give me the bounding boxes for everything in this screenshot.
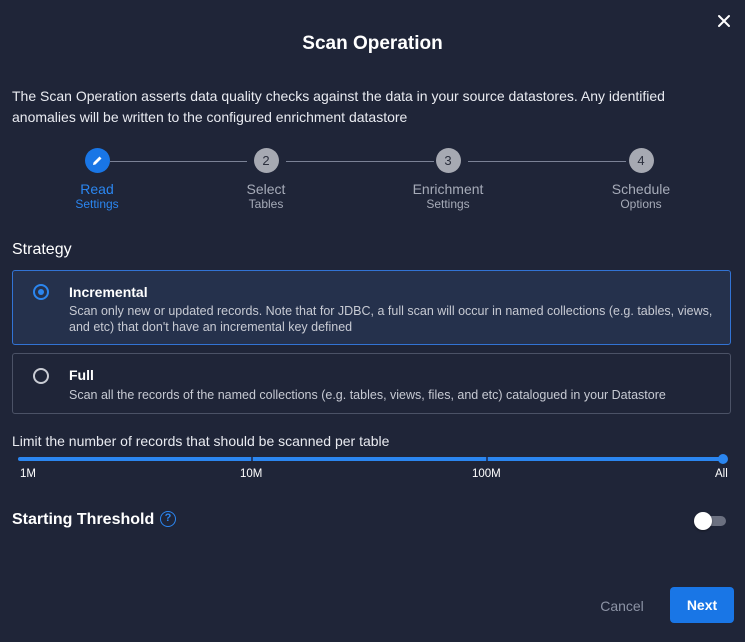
step-circle: 2 xyxy=(253,148,279,173)
dialog-title: Scan Operation xyxy=(302,33,443,54)
slider-tick-label: 100M xyxy=(472,468,501,480)
radio-incremental[interactable] xyxy=(33,284,49,300)
limit-label: Limit the number of records that should … xyxy=(12,433,390,449)
step-label: Read xyxy=(80,181,114,197)
step-schedule-options[interactable]: 4 Schedule Options xyxy=(581,148,701,212)
strategy-option-full[interactable]: Full Scan all the records of the named c… xyxy=(12,353,731,414)
step-sublabel: Settings xyxy=(426,197,470,211)
scan-operation-dialog: Scan Operation The Scan Operation assert… xyxy=(0,0,745,642)
next-button[interactable]: Next xyxy=(670,587,734,623)
strategy-title: Strategy xyxy=(12,241,72,258)
records-limit-slider[interactable] xyxy=(18,457,722,461)
starting-threshold-toggle[interactable] xyxy=(694,512,728,530)
step-label: Select xyxy=(246,181,286,197)
step-enrichment-settings[interactable]: 3 Enrichment Settings xyxy=(388,148,508,212)
pencil-icon xyxy=(92,156,101,165)
slider-mark xyxy=(486,457,488,461)
close-icon[interactable] xyxy=(715,12,733,30)
option-title: Full xyxy=(69,367,94,383)
step-label: Schedule xyxy=(611,181,671,197)
step-sublabel: Tables xyxy=(248,197,284,211)
step-sublabel: Options xyxy=(620,197,662,211)
help-circle-icon[interactable]: ? xyxy=(160,511,176,527)
slider-tick-label: 10M xyxy=(240,468,263,480)
step-circle: 4 xyxy=(628,148,654,173)
cancel-button[interactable]: Cancel xyxy=(590,590,654,622)
dialog-description: The Scan Operation asserts data quality … xyxy=(12,88,665,125)
slider-mark xyxy=(251,457,253,461)
step-circle xyxy=(84,148,110,173)
slider-tick-label: All xyxy=(715,468,728,480)
toggle-knob xyxy=(694,512,712,530)
option-description: Scan all the records of the named collec… xyxy=(69,388,666,402)
option-title: Incremental xyxy=(69,284,148,300)
strategy-option-incremental[interactable]: Incremental Scan only new or updated rec… xyxy=(12,270,731,345)
slider-tick-label: 1M xyxy=(20,468,36,480)
starting-threshold-label: Starting Threshold xyxy=(12,511,155,528)
step-circle: 3 xyxy=(435,148,461,173)
option-description: Scan only new or updated records. Note t… xyxy=(69,304,713,334)
step-select-tables[interactable]: 2 Select Tables xyxy=(206,148,326,212)
step-label: Enrichment xyxy=(412,181,484,197)
radio-full[interactable] xyxy=(33,368,49,384)
slider-thumb[interactable] xyxy=(718,454,728,464)
step-sublabel: Settings xyxy=(75,197,119,211)
step-read-settings[interactable]: Read Settings xyxy=(37,148,157,212)
stepper: Read Settings 2 Select Tables 3 Enrichme… xyxy=(0,148,745,218)
